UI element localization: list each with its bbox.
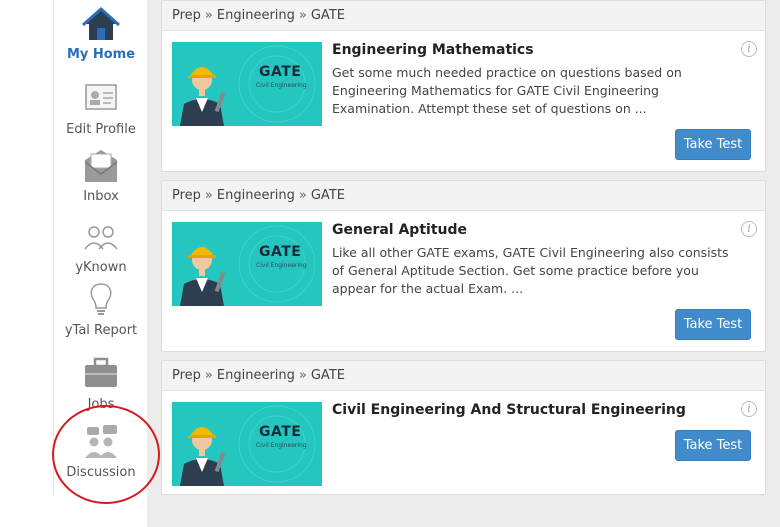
lightbulb-icon (90, 283, 112, 315)
take-test-button[interactable]: Take Test (675, 309, 751, 340)
breadcrumb: Prep» Engineering» GATE (162, 361, 765, 391)
test-card: Prep» Engineering» GATE GATE Civil Enginee… (161, 0, 766, 172)
info-icon[interactable]: i (741, 41, 757, 57)
discussion-icon (85, 425, 117, 458)
info-icon[interactable]: i (741, 221, 757, 237)
breadcrumb-prep[interactable]: Prep (172, 8, 201, 23)
take-test-button[interactable]: Take Test (675, 430, 751, 461)
breadcrumb: Prep» Engineering» GATE (162, 181, 765, 211)
test-description: Get some much needed practice on questio… (332, 65, 682, 116)
test-thumbnail[interactable]: GATE Civil Engineering (172, 402, 322, 486)
people-icon (84, 226, 118, 250)
sidebar-item-label: yKnown (75, 260, 127, 275)
sidebar-item-label: My Home (66, 47, 136, 62)
sidebar-item-label: yTal Report (64, 323, 138, 338)
profile-card-icon (85, 84, 117, 110)
briefcase-icon (85, 357, 117, 387)
take-test-button[interactable]: Take Test (675, 129, 751, 160)
test-thumbnail[interactable]: GATE Civil Engineering (172, 222, 322, 306)
thumbnail-subtitle: Civil Engineering (256, 262, 307, 269)
test-card: Prep» Engineering» GATE GATE Civil Enginee… (161, 180, 766, 352)
breadcrumb: Prep» Engineering» GATE (162, 1, 765, 31)
breadcrumb-engineering[interactable]: Engineering (217, 368, 295, 383)
thumbnail-subtitle: Civil Engineering (256, 82, 307, 89)
test-title[interactable]: Civil Engineering And Structural Enginee… (332, 402, 686, 418)
thumbnail-title: GATE (259, 64, 302, 80)
test-thumbnail[interactable]: GATE Civil Engineering (172, 42, 322, 126)
breadcrumb-gate[interactable]: GATE (311, 8, 345, 23)
envelope-icon (84, 150, 118, 182)
breadcrumb-prep[interactable]: Prep (172, 188, 201, 203)
breadcrumb-gate[interactable]: GATE (311, 368, 345, 383)
sidebar-item-inbox[interactable]: Inbox (54, 148, 148, 204)
main-content: Prep» Engineering» GATE GATE Civil Enginee… (147, 0, 780, 527)
sidebar-item-label: Discussion (66, 465, 136, 480)
sidebar-item-label: Jobs (87, 397, 115, 412)
sidebar-item-discussion[interactable]: Discussion (54, 424, 148, 480)
sidebar-item-jobs[interactable]: Jobs (54, 356, 148, 412)
sidebar-item-label: Edit Profile (66, 122, 136, 137)
test-title[interactable]: General Aptitude (332, 222, 467, 238)
thumbnail-subtitle: Civil Engineering (256, 442, 307, 449)
breadcrumb-gate[interactable]: GATE (311, 188, 345, 203)
breadcrumb-prep[interactable]: Prep (172, 368, 201, 383)
sidebar-item-ytal-report[interactable]: yTal Report (54, 282, 148, 338)
sidebar-item-my-home[interactable]: My Home (54, 6, 148, 62)
sidebar-item-edit-profile[interactable]: Edit Profile (54, 81, 148, 137)
sidebar-item-yknown[interactable]: yKnown (54, 219, 148, 275)
home-icon (82, 6, 120, 40)
test-card: Prep» Engineering» GATE GATE Civil Enginee… (161, 360, 766, 495)
test-title[interactable]: Engineering Mathematics (332, 42, 534, 58)
test-description: Like all other GATE exams, GATE Civil En… (332, 245, 729, 296)
info-icon[interactable]: i (741, 401, 757, 417)
thumbnail-title: GATE (259, 244, 302, 260)
breadcrumb-engineering[interactable]: Engineering (217, 8, 295, 23)
thumbnail-title: GATE (259, 424, 302, 440)
breadcrumb-engineering[interactable]: Engineering (217, 188, 295, 203)
sidebar-item-label: Inbox (83, 189, 119, 204)
sidebar: My Home Edit Profile Inbox yKnown yTal R… (53, 0, 147, 495)
